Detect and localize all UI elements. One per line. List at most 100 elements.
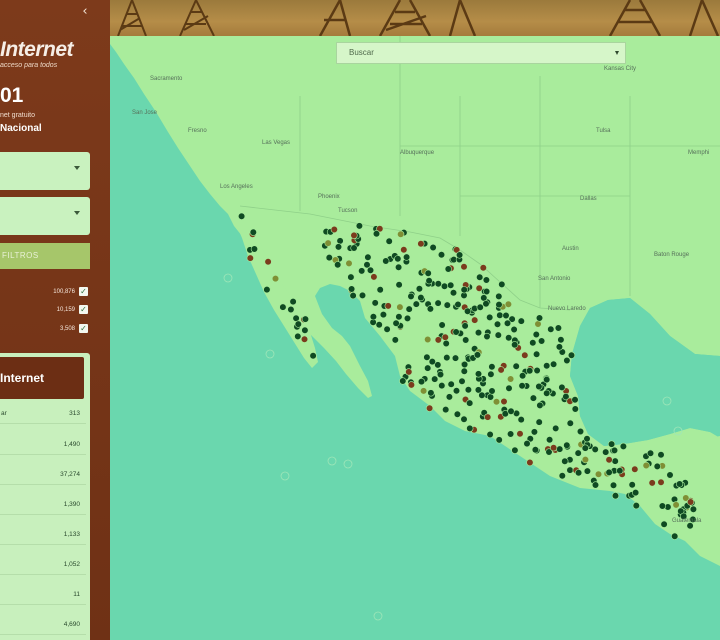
access-point-marker[interactable] bbox=[476, 303, 484, 311]
access-point-marker[interactable] bbox=[424, 335, 432, 344]
access-point-marker[interactable] bbox=[658, 502, 667, 510]
access-point-marker[interactable] bbox=[546, 436, 554, 444]
access-point-marker[interactable] bbox=[330, 225, 338, 234]
access-point-marker[interactable] bbox=[454, 300, 462, 309]
access-point-marker[interactable] bbox=[519, 372, 527, 380]
access-point-marker[interactable] bbox=[657, 478, 665, 486]
access-point-marker[interactable] bbox=[657, 451, 665, 459]
access-point-marker[interactable] bbox=[563, 441, 571, 449]
access-point-marker[interactable] bbox=[417, 294, 425, 302]
access-point-marker[interactable] bbox=[437, 251, 446, 259]
access-point-marker[interactable] bbox=[385, 237, 393, 245]
access-point-marker[interactable] bbox=[566, 466, 574, 474]
access-point-marker[interactable] bbox=[426, 305, 435, 313]
access-point-marker[interactable] bbox=[529, 394, 538, 402]
collapse-sidebar-icon[interactable]: ‹ bbox=[78, 4, 92, 20]
access-point-marker[interactable] bbox=[611, 492, 620, 500]
access-point-marker[interactable] bbox=[581, 444, 589, 452]
access-point-marker[interactable] bbox=[451, 354, 460, 362]
access-point-marker[interactable] bbox=[511, 446, 519, 454]
access-point-marker[interactable] bbox=[348, 285, 356, 293]
access-point-marker[interactable] bbox=[672, 501, 680, 509]
access-point-marker[interactable] bbox=[350, 244, 358, 252]
access-point-marker[interactable] bbox=[512, 362, 520, 370]
access-point-marker[interactable] bbox=[653, 462, 661, 471]
access-point-marker[interactable] bbox=[671, 532, 679, 540]
access-point-marker[interactable] bbox=[407, 292, 415, 301]
access-point-marker[interactable] bbox=[358, 291, 367, 300]
checkbox-icon[interactable]: ✓ bbox=[79, 287, 88, 296]
filters-button[interactable]: FILTROS bbox=[0, 243, 90, 269]
access-point-marker[interactable] bbox=[392, 319, 400, 327]
access-point-marker[interactable] bbox=[473, 351, 482, 359]
access-point-marker[interactable] bbox=[438, 321, 446, 329]
access-point-marker[interactable] bbox=[460, 263, 468, 271]
access-point-marker[interactable] bbox=[591, 445, 599, 454]
access-point-marker[interactable] bbox=[372, 230, 381, 238]
access-point-marker[interactable] bbox=[675, 480, 684, 488]
access-point-marker[interactable] bbox=[478, 391, 486, 399]
access-point-marker[interactable] bbox=[493, 320, 502, 328]
access-point-marker[interactable] bbox=[552, 424, 560, 433]
access-point-marker[interactable] bbox=[487, 370, 495, 378]
access-point-marker[interactable] bbox=[460, 367, 468, 375]
access-point-marker[interactable] bbox=[238, 212, 246, 220]
access-point-marker[interactable] bbox=[447, 380, 455, 388]
access-point-marker[interactable] bbox=[442, 339, 450, 348]
access-point-marker[interactable] bbox=[631, 465, 639, 473]
access-point-marker[interactable] bbox=[301, 326, 309, 334]
access-point-marker[interactable] bbox=[574, 449, 582, 457]
access-point-marker[interactable] bbox=[279, 303, 287, 311]
map-canvas[interactable] bbox=[110, 36, 720, 640]
access-point-marker[interactable] bbox=[442, 406, 450, 414]
access-point-marker[interactable] bbox=[507, 375, 515, 383]
access-point-marker[interactable] bbox=[460, 286, 468, 294]
access-point-marker[interactable] bbox=[533, 350, 541, 358]
access-point-marker[interactable] bbox=[407, 381, 416, 389]
access-point-marker[interactable] bbox=[301, 315, 309, 323]
access-point-marker[interactable] bbox=[608, 440, 616, 448]
access-point-marker[interactable] bbox=[376, 286, 384, 294]
access-point-marker[interactable] bbox=[350, 231, 358, 239]
access-point-marker[interactable] bbox=[324, 239, 332, 247]
access-point-marker[interactable] bbox=[534, 320, 542, 328]
access-point-marker[interactable] bbox=[384, 302, 392, 310]
access-point-marker[interactable] bbox=[535, 314, 544, 322]
access-point-marker[interactable] bbox=[424, 269, 432, 277]
access-point-marker[interactable] bbox=[369, 313, 378, 321]
access-point-marker[interactable] bbox=[482, 300, 490, 308]
access-point-marker[interactable] bbox=[452, 387, 461, 395]
layer-toggle-row[interactable]: 100,876 ✓ bbox=[0, 286, 90, 300]
access-point-marker[interactable] bbox=[250, 245, 258, 253]
access-point-marker[interactable] bbox=[628, 481, 636, 489]
access-point-marker[interactable] bbox=[605, 468, 613, 477]
map-view[interactable]: Buscar Sacramento San Jose Fresno Las Ve… bbox=[110, 36, 720, 640]
access-point-marker[interactable] bbox=[456, 251, 464, 259]
access-point-marker[interactable] bbox=[535, 382, 543, 391]
access-point-marker[interactable] bbox=[550, 444, 558, 452]
access-point-marker[interactable] bbox=[375, 321, 383, 329]
access-point-marker[interactable] bbox=[497, 366, 505, 374]
access-point-marker[interactable] bbox=[517, 416, 525, 424]
access-point-marker[interactable] bbox=[461, 360, 469, 369]
access-point-marker[interactable] bbox=[517, 317, 525, 325]
access-point-marker[interactable] bbox=[486, 313, 494, 322]
access-point-marker[interactable] bbox=[474, 329, 483, 337]
access-point-marker[interactable] bbox=[271, 275, 280, 283]
access-point-marker[interactable] bbox=[507, 407, 515, 415]
access-point-marker[interactable] bbox=[488, 363, 496, 371]
access-point-marker[interactable] bbox=[471, 316, 479, 324]
access-point-marker[interactable] bbox=[609, 481, 618, 489]
access-point-marker[interactable] bbox=[483, 332, 491, 341]
access-point-marker[interactable] bbox=[474, 370, 483, 378]
access-point-marker[interactable] bbox=[358, 267, 366, 275]
access-point-marker[interactable] bbox=[336, 237, 344, 245]
access-point-marker[interactable] bbox=[666, 471, 674, 479]
access-point-marker[interactable] bbox=[366, 266, 375, 274]
access-point-marker[interactable] bbox=[483, 287, 491, 296]
access-point-marker[interactable] bbox=[479, 264, 487, 272]
access-point-marker[interactable] bbox=[566, 419, 574, 427]
access-point-marker[interactable] bbox=[555, 343, 564, 351]
access-point-marker[interactable] bbox=[561, 457, 569, 465]
access-point-marker[interactable] bbox=[415, 285, 424, 293]
